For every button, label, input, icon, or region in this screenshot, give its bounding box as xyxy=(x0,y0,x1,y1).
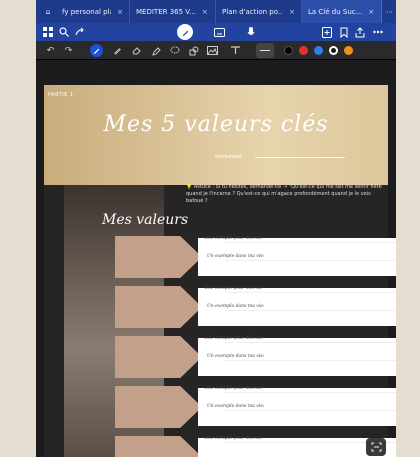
divider xyxy=(225,392,396,393)
home-icon[interactable]: ⌂ xyxy=(40,8,56,16)
redo-icon[interactable]: ↷ xyxy=(62,44,75,57)
tab-label: fy personal pla... xyxy=(62,7,111,16)
pen-toolbar: ↶ ↷ xyxy=(36,41,396,60)
value-arrow-box[interactable] xyxy=(115,286,202,328)
value-row[interactable]: Elle compte pour moi car xyxy=(115,436,396,457)
color-swatch-blue[interactable] xyxy=(314,46,323,55)
image-icon[interactable] xyxy=(206,44,219,57)
value-arrow-box[interactable] xyxy=(115,386,202,428)
divider xyxy=(255,157,345,158)
tip-text: 💡 Astuce : Si tu hésites, demande-toi → … xyxy=(186,184,382,204)
reason-prompt: Elle compte pour moi car xyxy=(205,336,263,341)
tablet-screen: ⌂ fy personal pla... × MÉDITER 365 V... … xyxy=(36,0,396,457)
export-icon[interactable] xyxy=(354,26,366,38)
eraser-icon[interactable] xyxy=(130,44,143,57)
text-icon[interactable] xyxy=(229,44,242,57)
keyboard-icon[interactable] xyxy=(213,26,225,38)
tab-more-icon[interactable]: ⋯ xyxy=(386,8,393,16)
value-row[interactable]: Elle compte pour moi car Un exemple dans… xyxy=(115,236,396,278)
page-title: Mes 5 valeurs clés xyxy=(103,112,329,137)
highlighter-icon[interactable] xyxy=(149,44,162,57)
example-prompt: Un exemple dans ma vie: xyxy=(207,254,265,259)
color-swatch-red[interactable] xyxy=(299,46,308,55)
value-arrow-box[interactable] xyxy=(115,436,202,457)
mic-icon[interactable] xyxy=(245,26,257,38)
tab-2[interactable]: MÉDITER 365 V... × xyxy=(130,0,216,23)
divider xyxy=(225,342,396,343)
section-label: PARTIE 1 xyxy=(48,92,74,98)
example-prompt: Un exemple dans ma vie: xyxy=(207,354,265,359)
tab-close-icon[interactable]: × xyxy=(117,8,123,16)
pen-mode-icon[interactable] xyxy=(177,24,193,40)
color-swatch-orange[interactable] xyxy=(344,46,353,55)
worksheet-label: Worksheet xyxy=(215,154,242,160)
grid-icon[interactable] xyxy=(42,26,54,38)
text-recognition-button[interactable] xyxy=(366,438,386,456)
tab-close-icon[interactable]: × xyxy=(289,8,295,16)
undo-icon[interactable]: ↶ xyxy=(44,44,57,57)
divider xyxy=(225,242,396,243)
divider xyxy=(225,310,396,311)
more-icon[interactable] xyxy=(372,26,384,38)
divider xyxy=(225,360,396,361)
tab-label: Plan d'action po... xyxy=(222,7,284,16)
section-title: Mes valeurs xyxy=(102,212,189,228)
divider xyxy=(225,260,396,261)
stroke-width-selector[interactable] xyxy=(256,43,274,58)
pen-icon[interactable] xyxy=(90,44,103,57)
reason-prompt: Elle compte pour moi car xyxy=(205,236,263,241)
bookmark-icon[interactable] xyxy=(338,26,350,38)
add-page-icon[interactable] xyxy=(321,26,333,38)
tab-3[interactable]: Plan d'action po... × xyxy=(216,0,302,23)
tab-bar: ⌂ fy personal pla... × MÉDITER 365 V... … xyxy=(36,0,396,23)
value-row[interactable]: Elle compte pour moi car Un exemple dans… xyxy=(115,336,396,378)
example-prompt: Un exemple dans ma vie: xyxy=(207,404,265,409)
tab-1[interactable]: fy personal pla... × xyxy=(56,0,130,23)
value-row[interactable]: Elle compte pour moi car Un exemple dans… xyxy=(115,386,396,428)
color-swatch-selected[interactable] xyxy=(329,46,338,55)
example-prompt: Un exemple dans ma vie: xyxy=(207,304,265,309)
pencil-icon[interactable] xyxy=(111,44,124,57)
value-row[interactable]: Elle compte pour moi car Un exemple dans… xyxy=(115,286,396,328)
tab-label: MÉDITER 365 V... xyxy=(136,7,196,16)
divider xyxy=(225,292,396,293)
tab-4[interactable]: La Clé du Suc... × xyxy=(302,0,382,23)
tab-close-icon[interactable]: × xyxy=(368,8,374,16)
color-swatch-black[interactable] xyxy=(284,46,293,55)
shape-icon[interactable] xyxy=(187,44,200,57)
main-toolbar xyxy=(36,23,396,41)
reason-prompt: Elle compte pour moi car xyxy=(205,286,263,291)
reason-prompt: Elle compte pour moi car xyxy=(205,386,263,391)
divider xyxy=(225,410,396,411)
tab-label: La Clé du Suc... xyxy=(308,7,363,16)
share-pages-icon[interactable] xyxy=(74,26,86,38)
search-icon[interactable] xyxy=(58,26,70,38)
tab-close-icon[interactable]: × xyxy=(202,8,208,16)
value-arrow-box[interactable] xyxy=(115,236,202,278)
lasso-icon[interactable] xyxy=(168,44,181,57)
value-arrow-box[interactable] xyxy=(115,336,202,378)
reason-prompt: Elle compte pour moi car xyxy=(205,436,263,441)
